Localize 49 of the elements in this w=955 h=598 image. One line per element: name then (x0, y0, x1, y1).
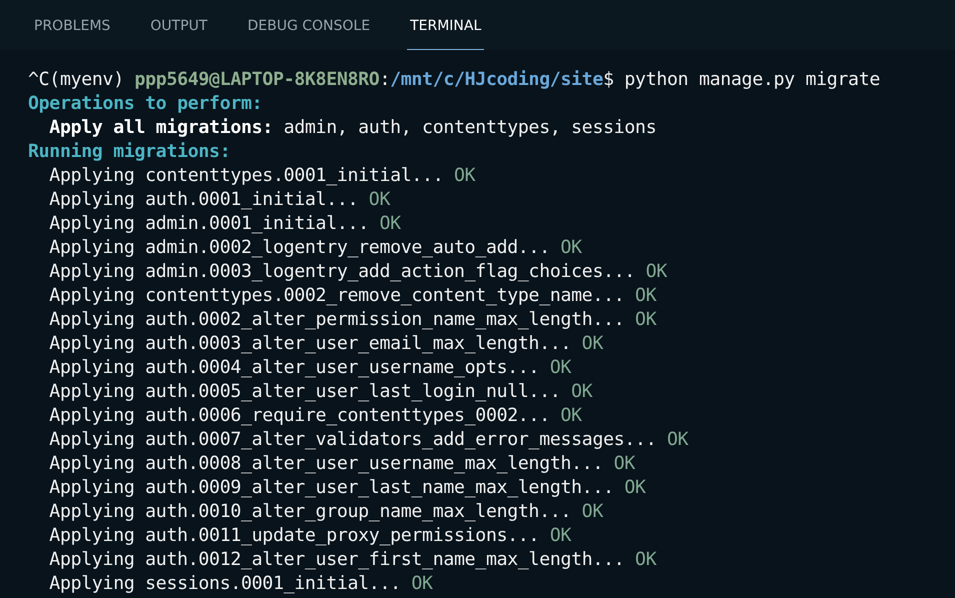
terminal-text: ^C(myenv) (28, 69, 125, 90)
terminal-text: : (379, 69, 390, 90)
section-heading: Operations to perform: (28, 93, 262, 114)
terminal-text: Applying auth.0005_alter_user_last_login_null... (48, 381, 562, 402)
terminal-text: Applying admin.0001_initial... (48, 213, 370, 234)
ok-status: OK (635, 309, 656, 330)
ok-status: OK (582, 501, 604, 522)
terminal-text: Applying auth.0008_alter_user_username_max_length... (48, 453, 604, 474)
section-heading: Running migrations: (28, 141, 230, 162)
prompt-user: ppp5649@LAPTOP-8K8EN8RO (134, 69, 380, 90)
ok-status: OK (624, 477, 646, 498)
ok-status: OK (454, 165, 476, 186)
terminal-text: Applying admin.0003_logentry_add_action_flag_choices... (48, 261, 636, 282)
ok-status: OK (614, 453, 636, 474)
ok-status: OK (379, 213, 401, 234)
terminal-text: Applying auth.0001_initial... (48, 189, 360, 210)
terminal-text: Applying auth.0012_alter_user_first_name_max_length... (48, 549, 626, 570)
ok-status: OK (646, 261, 668, 282)
panel-tab[interactable]: DEBUG CONSOLE (244, 0, 374, 50)
terminal-text: Applying auth.0002_alter_permission_name_max_length... (48, 309, 626, 330)
terminal-text: Applying auth.0011_update_proxy_permissions... (48, 525, 540, 546)
terminal-text: Applying admin.0002_logentry_remove_auto_add... (48, 237, 551, 258)
terminal-text: Applying auth.0003_alter_user_email_max_length... (48, 333, 572, 354)
terminal-text: Applying auth.0007_alter_validators_add_error_messages... (48, 429, 658, 450)
ok-status: OK (550, 525, 572, 546)
terminal-text: Applying auth.0006_require_contenttypes_0002... (48, 405, 551, 426)
ok-status: OK (571, 381, 592, 402)
prompt-path: /mnt/c/HJcoding/site (390, 69, 604, 90)
ok-status: OK (635, 285, 656, 306)
ok-status: OK (582, 333, 604, 354)
ok-status: OK (560, 405, 582, 426)
ok-status: OK (411, 573, 433, 594)
ok-status: OK (560, 237, 582, 258)
panel-tab[interactable]: OUTPUT (147, 0, 210, 50)
panel-tab[interactable]: PROBLEMS (31, 0, 114, 50)
panel-tab[interactable]: TERMINAL (407, 0, 484, 50)
terminal-text: admin, auth, contenttypes, sessions (282, 117, 656, 138)
terminal-text: Applying auth.0010_alter_group_name_max_length... (48, 501, 572, 522)
terminal-text: Applying contenttypes.0001_initial... (48, 165, 444, 186)
terminal-text: Applying auth.0004_alter_user_username_opts... (48, 357, 540, 378)
terminal-text: $ python manage.py migrate (603, 69, 880, 90)
ok-status: OK (368, 189, 390, 210)
output-label: Apply all migrations: (48, 117, 273, 138)
terminal-text: Applying contenttypes.0002_remove_content_type_name... (48, 285, 626, 306)
ok-status: OK (635, 549, 656, 570)
ok-status: OK (667, 429, 688, 450)
terminal-text: Applying sessions.0001_initial... (48, 573, 402, 594)
terminal-text: Applying auth.0009_alter_user_last_name_max_length... (48, 477, 615, 498)
ok-status: OK (550, 357, 572, 378)
